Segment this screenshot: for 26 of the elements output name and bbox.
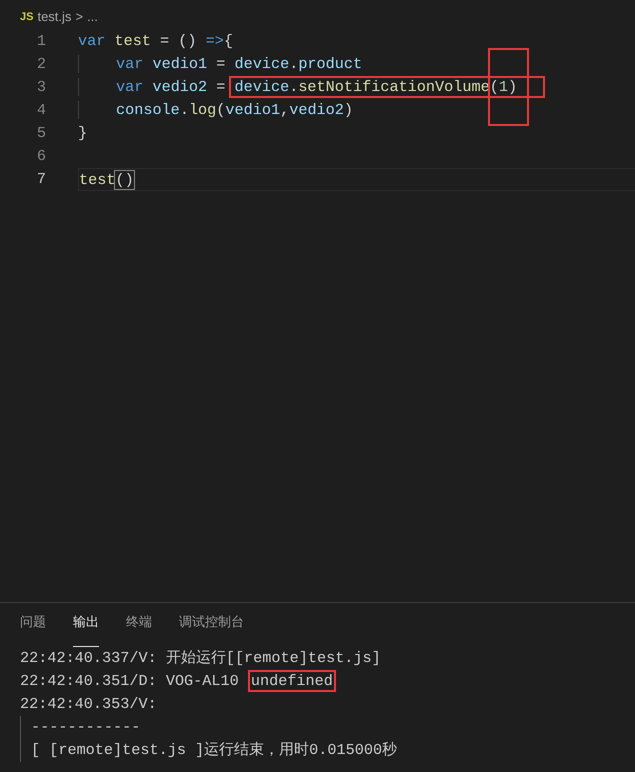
line-number: 6 (36, 146, 46, 167)
line-number: 5 (36, 123, 46, 144)
line-number: 1 (36, 31, 46, 52)
panel-tab[interactable]: 调试控制台 (179, 613, 244, 647)
breadcrumb-separator: > (75, 8, 84, 26)
output-line: 22:42:40.353/V: (20, 695, 157, 713)
line-number: 7 (36, 169, 46, 190)
code-line: var test = () =>{ (78, 32, 233, 50)
output-line: 22:42:40.351/D: VOG-AL10 undefined (20, 670, 336, 692)
code-line: } (78, 124, 88, 142)
panel-tab[interactable]: 问题 (20, 613, 46, 647)
panel-tab[interactable]: 终端 (126, 613, 152, 647)
code-line: var vedio1 = device.product (78, 55, 362, 73)
line-number: 3 (36, 77, 46, 98)
file-breadcrumb[interactable]: test.js (37, 7, 72, 27)
output-line: ------------ (31, 718, 140, 736)
code-line: console.log(vedio1,vedio2) (78, 101, 354, 119)
line-number: 2 (36, 54, 46, 75)
panel-tab[interactable]: 输出 (73, 613, 99, 647)
breadcrumb-more[interactable]: ... (87, 7, 98, 27)
output-line: 22:42:40.337/V: 开始运行[[remote]test.js] (20, 649, 381, 667)
code-line: test() (79, 171, 134, 189)
code-line: var vedio2 = device.setNotificationVolume(1) (78, 78, 546, 96)
output-line: [ [remote]test.js ]运行结束，用时0.015000秒 (31, 741, 398, 759)
js-file-icon: JS (20, 8, 34, 26)
line-number: 4 (36, 100, 46, 121)
